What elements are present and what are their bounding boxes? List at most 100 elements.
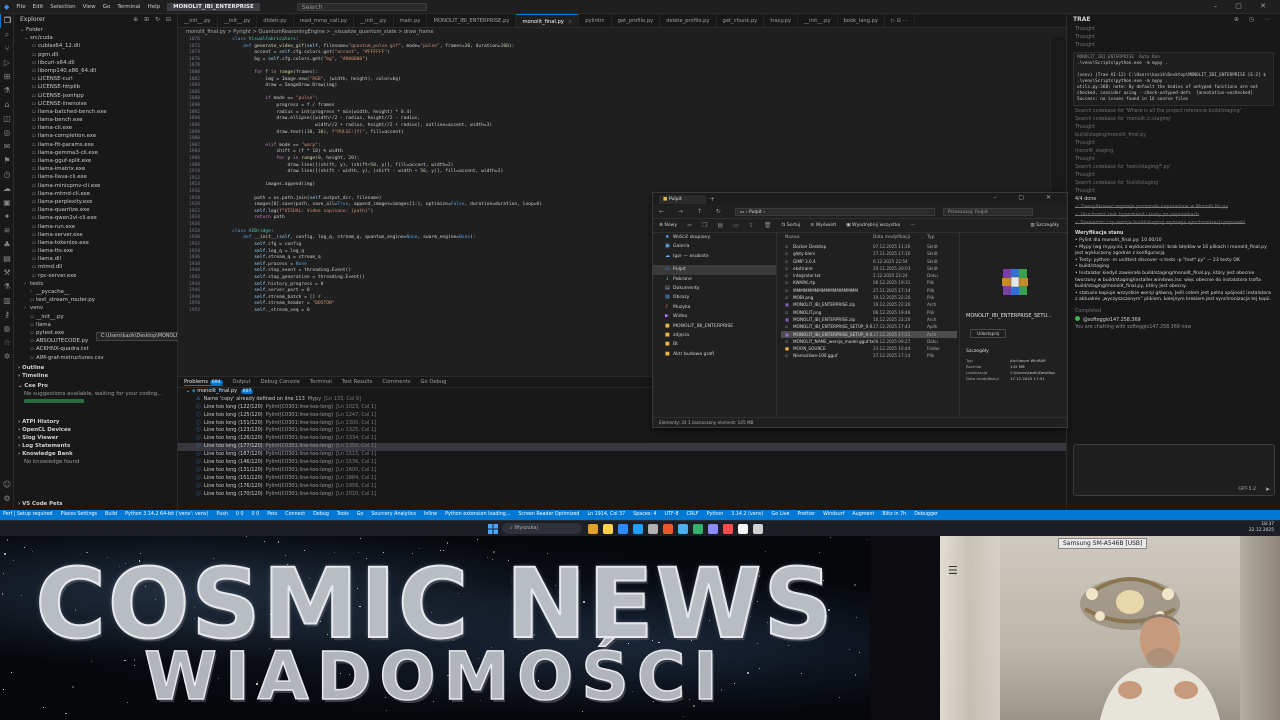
fe-file-row[interactable]: ■ MOON_SOURCE 23.12.2025 10:44 Folder: [781, 345, 957, 352]
fe-col-date[interactable]: Data modyfikacji: [873, 233, 927, 243]
source-control-icon[interactable]: ⑂: [0, 42, 14, 56]
fe-nav-item[interactable]: ▤ Dokumenty: [653, 284, 776, 293]
fe-file-row[interactable]: ▫ MMMMMMMMMMMMMMMMMM 27.11.2025 17:14 Plik: [781, 287, 957, 294]
tree-file[interactable]: ▫ llama-run.exe: [14, 223, 177, 231]
tree-folder-item[interactable]: › tests: [14, 280, 177, 288]
fe-window-controls[interactable]: – ▢ ✕: [993, 194, 1061, 201]
editor-tab[interactable]: __init__.py: [218, 14, 258, 27]
tree-file[interactable]: ▫ llama-cli.exe: [14, 124, 177, 132]
status-item[interactable]: 0 0: [252, 512, 260, 517]
run-debug-icon[interactable]: ▷: [0, 56, 14, 70]
chart-icon[interactable]: ▥: [0, 294, 14, 308]
extensions-icon[interactable]: ⊞: [0, 70, 14, 84]
problem-row[interactable]: ⓘ Line too long (176/120) Pylint(C0301:lin…: [178, 483, 1066, 491]
todo-title[interactable]: 4/4 done: [1067, 196, 1280, 204]
taskbar-app-icon[interactable]: [723, 524, 733, 534]
taskbar-app-icon[interactable]: [588, 524, 598, 534]
tree-file[interactable]: ▫ llama-bench.exe: [14, 116, 177, 124]
gear-icon[interactable]: ⚙: [0, 492, 14, 506]
status-item[interactable]: 0 0: [236, 512, 244, 517]
ai-step[interactable]: Search codebase for 'tests/staging/*.py': [1067, 164, 1280, 172]
problem-row[interactable]: ⓘ Line too long (151/120) Pylint(C0301:lin…: [178, 475, 1066, 483]
editor-tab[interactable]: dtdetr.py: [257, 14, 294, 27]
problem-row[interactable]: ⓘ Line too long (187/120) Pylint(C0301:lin…: [178, 451, 1066, 459]
ai-step[interactable]: Thought: [1067, 188, 1280, 196]
timeline-icon[interactable]: ◷: [0, 168, 14, 182]
panel-tab[interactable]: Comments: [382, 379, 410, 385]
explorer-icon[interactable]: ❐: [0, 14, 14, 28]
delete-icon[interactable]: 🗑: [764, 222, 772, 229]
status-item[interactable]: Go: [357, 512, 364, 517]
ai-step[interactable]: Search codebase for 'Where is all the pr…: [1067, 108, 1280, 116]
taskbar-app-icon[interactable]: [738, 524, 748, 534]
menu-terminal[interactable]: Terminal: [117, 4, 140, 10]
fe-view-button[interactable]: ≡ Wyświetl: [810, 223, 836, 228]
taskbar-app-icon[interactable]: [633, 524, 643, 534]
tree-file[interactable]: ▫ llama-perplexity.exe: [14, 198, 177, 206]
tree-file[interactable]: ▫ llama.dll: [14, 255, 177, 263]
close-icon[interactable]: ×: [568, 19, 572, 25]
share-icon[interactable]: ⇪: [749, 222, 754, 229]
fe-file-row[interactable]: ▦ MONOLIT_IBI_ENTERPRISE.zip 10.12.2025 22…: [781, 316, 957, 323]
database-icon[interactable]: ◎: [0, 126, 14, 140]
panel-tab[interactable]: Go Debug: [421, 379, 447, 385]
status-item[interactable]: Blitz in 7h: [882, 512, 906, 517]
book-icon[interactable]: ▤: [0, 252, 14, 266]
status-item[interactable]: Perf | Setup required: [3, 512, 53, 517]
fe-nav-item[interactable]: ■ zdjęcia: [653, 331, 776, 340]
sidebar-section[interactable]: › OpenCL Devices: [14, 426, 177, 434]
todo-item[interactable]: ✓ Zweryfikować regresje pozostałe napraw…: [1067, 204, 1280, 212]
menu-help[interactable]: Help: [148, 4, 161, 10]
taskbar-app-icon[interactable]: [603, 524, 613, 534]
fe-col-type[interactable]: Typ: [927, 233, 953, 243]
menu-edit[interactable]: Edit: [33, 4, 44, 10]
fe-new-button[interactable]: ⊕ Nowy: [659, 223, 677, 228]
problem-row[interactable]: ⓘ Line too long (170/120) Pylint(C0301:lin…: [178, 491, 1066, 499]
tree-file[interactable]: ▫ llama-mtmd-cli.exe: [14, 190, 177, 198]
tree-root[interactable]: ⌄Folder: [14, 26, 177, 34]
menu-selection[interactable]: Selection: [50, 4, 75, 10]
fe-file-row[interactable]: ▦ MONOLIT_IBI_ENTERPRISE_SETUP_9.0.rar 17.…: [781, 330, 957, 338]
fe-details-button[interactable]: ▥ Szczegóły: [1030, 223, 1059, 228]
tree-file[interactable]: ▫ llama-imatrix.exe: [14, 165, 177, 173]
puzzle-icon[interactable]: ✦: [0, 210, 14, 224]
editor-tab[interactable]: tracy.py: [764, 14, 798, 27]
problem-row[interactable]: ⓘ Line too long (146/120) Pylint(C0301:lin…: [178, 459, 1066, 467]
project-tab[interactable]: MONOLIT_IBI_ENTERPRISE: [167, 2, 260, 11]
ai-panel-toolbar[interactable]: ⊕ ◷ ⋯: [1234, 14, 1274, 26]
rename-icon[interactable]: ▭: [733, 222, 739, 229]
status-item[interactable]: Debugger: [914, 512, 938, 517]
tree-file[interactable]: ▫ mtmd.dll: [14, 263, 177, 271]
tree-file[interactable]: ▫ llama-gemma3-cli.exe: [14, 149, 177, 157]
tree-file[interactable]: ▫ cublas64_12.dll: [14, 42, 177, 50]
command-search-input[interactable]: Search: [296, 2, 427, 11]
status-item[interactable]: Screen Reader Optimized: [518, 512, 579, 517]
status-item[interactable]: Sourcery Analytics: [371, 512, 416, 517]
fe-tab[interactable]: ■ Pulpit: [659, 194, 706, 204]
editor-tab[interactable]: pylintrc: [579, 14, 612, 27]
flask-icon[interactable]: ⚗: [0, 280, 14, 294]
taskbar-app-icon[interactable]: [708, 524, 718, 534]
fe-nav-buttons[interactable]: ← → ↑ ↻: [659, 208, 727, 215]
key-icon[interactable]: ⚷: [0, 308, 14, 322]
outline-section[interactable]: › Outline: [14, 364, 177, 372]
taskbar-app-icon[interactable]: [693, 524, 703, 534]
status-item[interactable]: Windsurf: [823, 512, 844, 517]
fe-file-row[interactable]: ▦ MONOLIT_IBI_ENTERPRISE.zip 19.12.2025 22…: [781, 301, 957, 308]
todo-item[interactable]: ✓ Uruchomić test hyperband i testy po po…: [1067, 212, 1280, 220]
ai-step[interactable]: monolit_staging: [1067, 148, 1280, 156]
explorer-toolbar[interactable]: ⊕ ⊞ ↻ ⊟: [133, 14, 173, 26]
tree-file[interactable]: ▫ llama-qwen2vl-cli.exe: [14, 214, 177, 222]
chat-icon[interactable]: ✉: [0, 140, 14, 154]
fe-sort-button[interactable]: ⇅ Sortuj: [781, 223, 800, 228]
pets-icon[interactable]: ♣: [0, 238, 14, 252]
editor-tab[interactable]: __init__.py: [354, 14, 394, 27]
tree-file[interactable]: ▫ llama-llava-cli.exe: [14, 173, 177, 181]
tree-file[interactable]: ▫ llama-fit-params.exe: [14, 141, 177, 149]
status-item[interactable]: Spaces: 4: [633, 512, 656, 517]
fe-file-row[interactable]: ▫ MONOLIT_IBI_ENTERPRISE_SETUP_9.0.exe 17.…: [781, 323, 957, 330]
tree-folder-item[interactable]: › __pycache__: [14, 288, 177, 296]
fe-file-row[interactable]: ▫ Niemożliwe-100.gguf 27.12.2025 17:14 Plik: [781, 352, 957, 359]
panel-tab[interactable]: Problems 694: [184, 379, 223, 386]
breadcrumb[interactable]: monolit_final.py > Pyright > QuantumReas…: [178, 28, 1066, 37]
